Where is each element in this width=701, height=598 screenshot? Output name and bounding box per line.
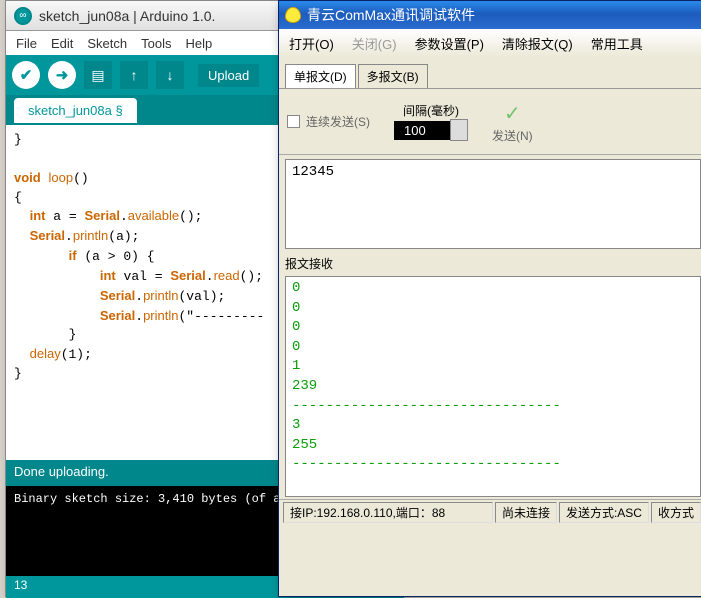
open-button[interactable]: ↑ xyxy=(120,61,148,89)
recv-label: 报文接收 xyxy=(279,253,701,274)
menu-file[interactable]: File xyxy=(12,34,41,53)
commax-statusbar: 接IP:192.168.0.110,端口：88 尚未连接 发送方式:ASC 收方… xyxy=(279,499,701,525)
bulb-icon xyxy=(285,7,301,23)
upload-label: Upload xyxy=(198,64,259,87)
send-button[interactable]: ✓ 发送(N) xyxy=(492,99,533,144)
menu-open[interactable]: 打开(O) xyxy=(285,32,338,55)
interval-label: 间隔(毫秒) xyxy=(403,102,459,119)
recv-output: 0 0 0 0 1 239 --------------------------… xyxy=(285,276,701,497)
commax-title: 青云ComMax通讯调试软件 xyxy=(307,5,475,25)
interval-value[interactable]: 100 xyxy=(394,121,450,140)
tab-multi[interactable]: 多报文(B) xyxy=(358,64,428,88)
menu-tools[interactable]: Tools xyxy=(137,34,175,53)
interval-group: 间隔(毫秒) 100 xyxy=(394,102,468,141)
send-label: 发送(N) xyxy=(492,127,533,144)
continuous-send-checkbox[interactable] xyxy=(287,115,300,128)
save-button[interactable]: ↓ xyxy=(156,61,184,89)
status-sendmode: 发送方式:ASC xyxy=(559,502,649,523)
verify-button[interactable]: ✔ xyxy=(12,61,40,89)
commax-menu: 打开(O) 关闭(G) 参数设置(P) 清除报文(Q) 常用工具 xyxy=(279,29,701,57)
send-panel: 连续发送(S) 间隔(毫秒) 100 ✓ 发送(N) xyxy=(279,89,701,155)
menu-edit[interactable]: Edit xyxy=(47,34,77,53)
menu-tools[interactable]: 常用工具 xyxy=(587,32,647,55)
commax-window: 青云ComMax通讯调试软件 打开(O) 关闭(G) 参数设置(P) 清除报文(… xyxy=(278,0,701,597)
menu-params[interactable]: 参数设置(P) xyxy=(411,32,488,55)
new-button[interactable]: ▤ xyxy=(84,61,112,89)
sketch-tab[interactable]: sketch_jun08a § xyxy=(14,98,137,123)
menu-clear[interactable]: 清除报文(Q) xyxy=(498,32,577,55)
arduino-title: sketch_jun08a | Arduino 1.0. xyxy=(39,8,215,24)
commax-titlebar: 青云ComMax通讯调试软件 xyxy=(279,1,701,29)
commax-tabs: 单报文(D) 多报文(B) xyxy=(279,57,701,89)
arduino-logo-icon: ∞ xyxy=(14,7,32,25)
send-input[interactable]: 12345 xyxy=(285,159,701,249)
upload-button[interactable]: ➜ xyxy=(48,61,76,89)
status-conn: 尚未连接 xyxy=(495,502,557,523)
interval-spinner[interactable] xyxy=(450,119,468,141)
tab-single[interactable]: 单报文(D) xyxy=(285,64,356,88)
status-recvmode: 收方式 xyxy=(651,502,701,523)
send-check-icon: ✓ xyxy=(498,99,526,127)
menu-sketch[interactable]: Sketch xyxy=(83,34,131,53)
menu-help[interactable]: Help xyxy=(181,34,216,53)
status-ip: 接IP:192.168.0.110,端口：88 xyxy=(283,502,493,523)
menu-close: 关闭(G) xyxy=(348,32,401,55)
continuous-send-label: 连续发送(S) xyxy=(306,113,370,130)
